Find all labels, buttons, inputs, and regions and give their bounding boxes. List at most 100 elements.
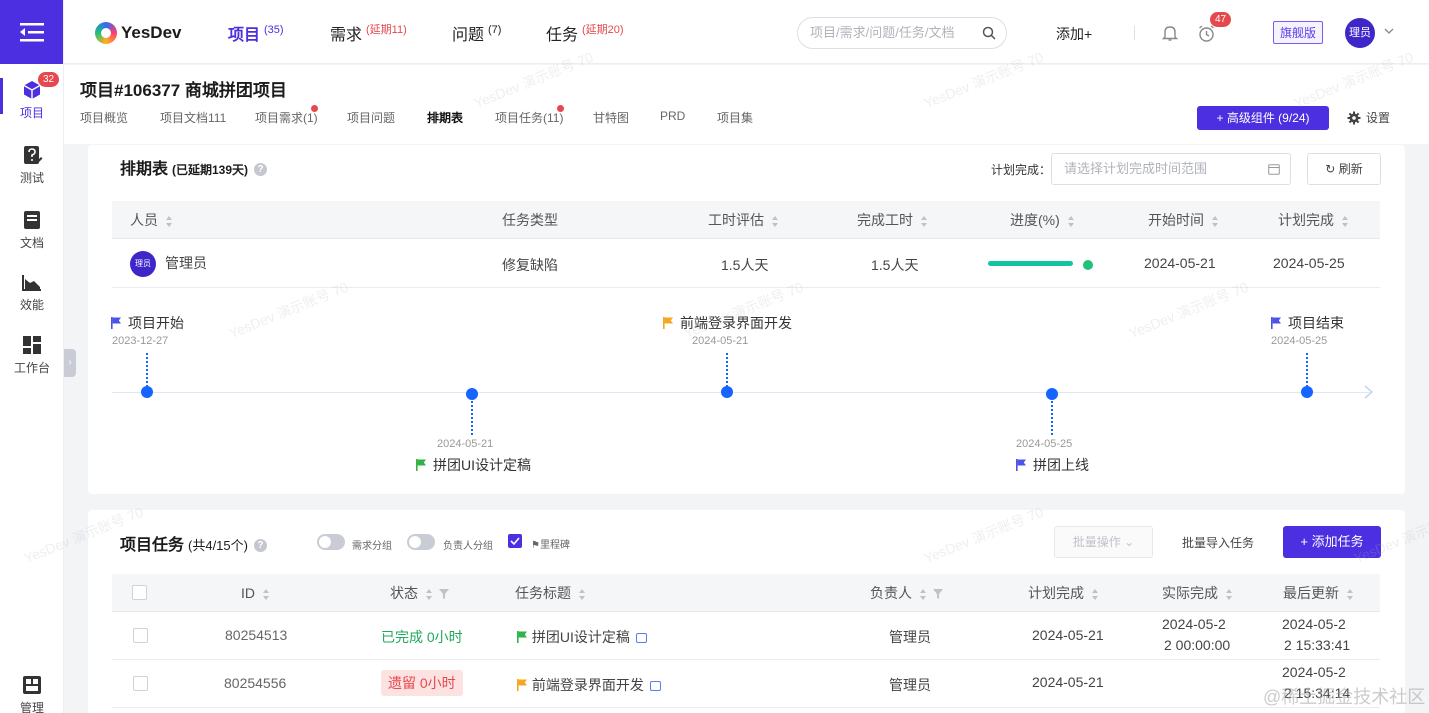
timeline-connector: [1306, 353, 1308, 387]
milestone-date: 2024-05-25: [1016, 438, 1073, 450]
help-icon[interactable]: ?: [253, 539, 267, 553]
flag-icon: [663, 317, 673, 329]
user-avatar[interactable]: 理员: [1345, 18, 1375, 48]
alarm-clock-icon[interactable]: [1197, 24, 1216, 43]
nav-requirement[interactable]: 需求 (延期11): [330, 21, 407, 45]
bulk-import-button[interactable]: 批量导入任务: [1182, 534, 1254, 551]
column-title[interactable]: 任务标题: [515, 574, 586, 612]
date-range-picker[interactable]: 请选择计划完成时间范围: [1051, 153, 1291, 185]
tab-requirements[interactable]: 项目需求(1): [255, 109, 318, 126]
milestone-checkbox[interactable]: [508, 534, 522, 548]
tab-collection[interactable]: 项目集: [717, 109, 753, 126]
column-person[interactable]: 人员: [130, 201, 173, 239]
nav-count: (延期20): [582, 24, 624, 36]
row-checkbox[interactable]: [133, 628, 148, 643]
updated-time: 2 15:33:41: [1284, 637, 1351, 653]
person-name: 管理员: [165, 255, 207, 271]
bulk-action-button[interactable]: 批量操作 ⌄: [1054, 526, 1153, 558]
column-start[interactable]: 开始时间: [1148, 201, 1219, 239]
add-menu-button[interactable]: 添加+: [1056, 24, 1092, 44]
column-updated[interactable]: 最后更新: [1283, 574, 1354, 612]
tab-schedule[interactable]: 排期表: [427, 109, 463, 126]
advanced-components-button[interactable]: + 高级组件 (9/24): [1197, 106, 1329, 130]
column-actual[interactable]: 实际完成: [1162, 574, 1233, 612]
sidebar-item-performance[interactable]: 效能: [0, 271, 64, 313]
column-estimate[interactable]: 工时评估: [708, 201, 779, 239]
search-input[interactable]: 项目/需求/问题/任务/文档: [797, 17, 1007, 49]
timeline-node[interactable]: [1046, 388, 1058, 400]
admin-icon: [23, 676, 41, 694]
group-by-requirement-toggle[interactable]: [317, 534, 345, 550]
filter-icon: [439, 589, 449, 600]
project-count-badge: 32: [38, 72, 60, 87]
milestone-project-end[interactable]: 项目结束: [1271, 313, 1344, 333]
tab-issues[interactable]: 项目问题: [347, 109, 395, 126]
column-status[interactable]: 状态: [390, 574, 449, 612]
bell-icon[interactable]: [1161, 24, 1179, 42]
timeline-node[interactable]: [1301, 386, 1313, 398]
tab-tasks[interactable]: 项目任务(11): [495, 109, 563, 126]
status-badge: 已完成 0小时: [381, 629, 463, 645]
column-progress[interactable]: 进度(%): [1010, 201, 1075, 239]
milestone-frontend-login[interactable]: 前端登录界面开发: [663, 313, 792, 333]
add-task-button[interactable]: + 添加任务: [1283, 526, 1381, 558]
calendar-icon: [635, 633, 647, 644]
row-checkbox[interactable]: [133, 676, 148, 691]
tab-docs[interactable]: 项目文档111: [160, 109, 226, 126]
column-owner[interactable]: 负责人: [870, 574, 943, 612]
sort-icon: [921, 215, 928, 227]
sidebar-item-admin[interactable]: 管理: [0, 674, 64, 713]
task-title[interactable]: 拼团UI设计定稿: [517, 627, 647, 647]
check-circle-icon: [1083, 260, 1093, 270]
flag-icon: [111, 317, 121, 329]
group-by-owner-toggle[interactable]: [407, 534, 435, 550]
sort-icon: [1092, 588, 1099, 600]
select-all-checkbox[interactable]: [132, 585, 147, 600]
actual-time: 2 00:00:00: [1164, 637, 1231, 653]
milestone-project-start[interactable]: 项目开始: [111, 313, 184, 333]
milestone-launch[interactable]: 拼团上线: [1016, 455, 1089, 475]
help-icon[interactable]: ?: [254, 163, 268, 177]
sidebar-item-docs[interactable]: 文档: [0, 209, 64, 251]
column-task-type: 任务类型: [502, 212, 558, 228]
milestone-date: 2024-05-21: [437, 438, 494, 450]
milestone-ui-design[interactable]: 拼团UI设计定稿: [416, 455, 531, 475]
table-row[interactable]: 80254556 遗留 0小时 前端登录界面开发 管理员 2024-05-21 …: [112, 660, 1380, 708]
divider: [1134, 26, 1135, 40]
arrow-right-icon: [1364, 385, 1374, 399]
tab-overview[interactable]: 项目概览: [80, 109, 128, 126]
timeline-node[interactable]: [466, 388, 478, 400]
sidebar-item-label: 文档: [19, 236, 44, 250]
nav-issue[interactable]: 问题 (7): [452, 21, 501, 45]
column-plan[interactable]: 计划完成: [1278, 201, 1349, 239]
sidebar-item-workspace[interactable]: 工作台: [0, 334, 64, 376]
task-title[interactable]: 前端登录界面开发: [517, 675, 661, 695]
column-id[interactable]: ID: [241, 574, 270, 612]
timeline-node[interactable]: [721, 386, 733, 398]
actual-date: 2024-05-2: [1162, 616, 1226, 632]
menu-toggle-button[interactable]: [0, 0, 63, 64]
nav-count: (延期11): [366, 24, 407, 36]
milestone-check-label: ⚑里程碑: [531, 540, 570, 551]
settings-button[interactable]: 设置: [1347, 109, 1390, 126]
milestone-label: 拼团UI设计定稿: [433, 457, 531, 473]
column-plan[interactable]: 计划完成: [1028, 574, 1099, 612]
page-title: 项目#106377 商城拼团项目: [80, 81, 287, 100]
status-badge: 遗留 0小时: [381, 670, 463, 696]
nav-task[interactable]: 任务 (延期20): [546, 21, 624, 45]
sidebar-item-test[interactable]: 测试: [0, 144, 64, 186]
column-done-hours[interactable]: 完成工时: [857, 201, 928, 239]
logo[interactable]: YesDev: [95, 22, 182, 44]
sort-icon: [1212, 215, 1219, 227]
edition-badge[interactable]: 旗舰版: [1273, 21, 1324, 44]
nav-project[interactable]: 项目 (35): [228, 21, 284, 45]
timeline-node[interactable]: [141, 386, 153, 398]
sidebar-collapse-handle[interactable]: ›: [64, 349, 76, 377]
estimate: 1.5人天: [721, 257, 769, 273]
chevron-down-icon[interactable]: [1384, 26, 1394, 36]
table-row[interactable]: 80254513 已完成 0小时 拼团UI设计定稿 管理员 2024-05-21…: [112, 612, 1380, 660]
refresh-button[interactable]: ↻ 刷新: [1307, 153, 1381, 185]
nav-label: 项目: [228, 27, 261, 44]
tab-prd[interactable]: PRD: [660, 109, 685, 123]
tab-gantt[interactable]: 甘特图: [593, 109, 629, 126]
